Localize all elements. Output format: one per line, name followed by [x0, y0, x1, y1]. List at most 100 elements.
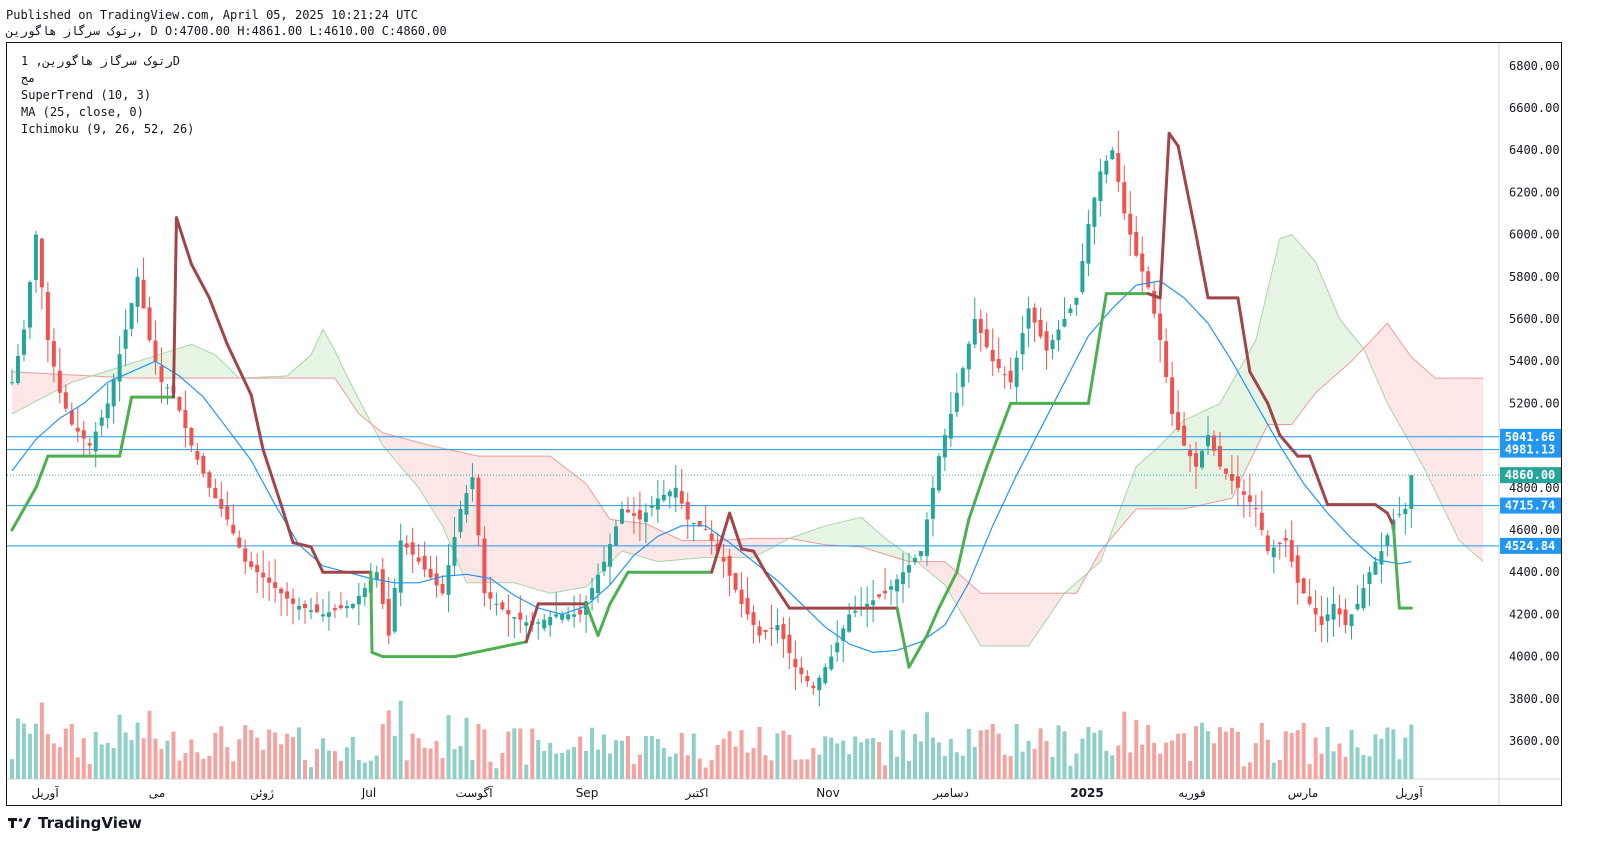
volume-bar — [1385, 727, 1390, 779]
supertrend-segment — [1086, 292, 1108, 405]
x-tick-label: آگوست — [455, 785, 493, 801]
candle-body — [63, 392, 68, 409]
candle-body — [1211, 435, 1216, 451]
candle-body — [470, 477, 475, 490]
x-tick-label: Nov — [816, 786, 839, 800]
cloud-segment — [1243, 355, 1247, 474]
candle-body — [631, 513, 636, 516]
candle-body — [1086, 224, 1091, 264]
candle-body — [237, 537, 242, 548]
x-tick-label: فوریه — [1178, 786, 1206, 801]
legend-supertrend[interactable]: SuperTrend (10, 3) — [21, 88, 151, 102]
candle-body — [1020, 333, 1025, 355]
published-info: Published on TradingView.com, April 05, … — [6, 8, 418, 22]
volume-bar — [1235, 731, 1240, 779]
volume-bar — [1200, 722, 1205, 779]
candle-body — [996, 358, 1001, 369]
cloud-segment — [167, 350, 171, 379]
volume-bar — [721, 738, 726, 779]
cloud-segment — [179, 347, 183, 379]
candle-body — [99, 417, 104, 426]
cloud-segment — [1471, 378, 1475, 554]
volume-bar — [309, 767, 313, 779]
volume-bar — [1229, 727, 1234, 779]
cloud-segment — [1402, 344, 1406, 436]
cloud-segment — [807, 531, 811, 543]
legend-ichimoku[interactable]: Ichimoku (9, 26, 52, 26) — [21, 122, 194, 136]
volume-bar — [314, 748, 319, 779]
candle-body — [1170, 377, 1175, 414]
volume-bar — [596, 749, 601, 779]
cloud-segment — [1426, 370, 1430, 480]
volume-bar — [434, 741, 439, 779]
supertrend-segment — [1167, 131, 1180, 148]
price-chart[interactable]: 3600.00 3800.00 4000.00 4200.00 4400.00 4600.… — [7, 43, 1561, 805]
volume-bar — [392, 735, 397, 779]
supertrend-segment — [10, 507, 26, 532]
cloud-segment — [684, 540, 688, 560]
volume-bar — [1152, 742, 1157, 779]
candle-body — [524, 622, 529, 626]
supertrend-segment — [1176, 144, 1198, 237]
candle-body — [1140, 253, 1145, 272]
candle-body — [512, 617, 517, 619]
candle-body — [21, 329, 26, 355]
volume-bar — [1182, 733, 1187, 779]
volume-bar — [1349, 729, 1354, 779]
candle-body — [404, 543, 409, 548]
candle-body — [1361, 588, 1366, 609]
cloud-segment — [1225, 387, 1229, 500]
volume-bar — [410, 733, 415, 779]
volume-bar — [590, 727, 595, 779]
volume-bar — [1164, 742, 1169, 779]
candle-body — [566, 614, 571, 620]
volume-bar — [440, 758, 445, 779]
volume-bar — [1271, 762, 1276, 779]
cloud-segment — [415, 441, 419, 488]
cloud-segment — [1148, 453, 1152, 509]
cloud-segment — [1025, 593, 1029, 647]
cloud-segment — [562, 465, 566, 592]
volume-bar — [865, 738, 870, 779]
candle-body — [291, 598, 296, 604]
candle-body — [805, 675, 810, 682]
volume-bar — [225, 747, 230, 779]
volume-bar — [470, 760, 475, 779]
cloud-segment — [194, 345, 198, 379]
candle-body — [1397, 514, 1402, 516]
legend-ma[interactable]: MA (25, close, 0) — [21, 105, 144, 119]
volume-bar — [1014, 724, 1019, 779]
candle-body — [111, 378, 116, 407]
cloud-segment — [810, 530, 814, 543]
candle-body — [1265, 535, 1270, 552]
candle-body — [1253, 508, 1258, 510]
volume-bar — [912, 734, 917, 779]
volume-bar — [1409, 724, 1414, 779]
supertrend-segment — [207, 296, 229, 346]
volume-bar — [1098, 730, 1103, 779]
candle-body — [942, 435, 947, 458]
candle-body — [667, 491, 672, 497]
cloud-segment — [212, 353, 216, 379]
candle-body — [1259, 512, 1264, 530]
volume-bar — [619, 740, 624, 779]
candle-body — [1355, 603, 1360, 610]
tradingview-logo-icon — [8, 818, 31, 828]
volume-bar — [291, 737, 296, 779]
cloud-segment — [26, 372, 30, 407]
legend-symbol: رتوک سرگاز هاگورین, 1D — [21, 54, 180, 68]
supertrend-segment — [740, 547, 756, 553]
volume-bar — [1211, 743, 1216, 779]
cloud-segment — [553, 458, 557, 593]
volume-bar — [117, 714, 122, 779]
volume-bar — [1002, 754, 1007, 779]
candle-body — [332, 608, 337, 611]
cloud-segment — [861, 517, 865, 548]
volume-bar — [1373, 734, 1378, 779]
candle-body — [458, 508, 463, 533]
candle-body — [1074, 297, 1079, 305]
cloud-segment — [822, 525, 826, 545]
chart-frame[interactable]: 3600.00 3800.00 4000.00 4200.00 4400.00 4600.… — [6, 42, 1562, 806]
candle-body — [548, 617, 553, 626]
volume-bar — [99, 744, 104, 779]
